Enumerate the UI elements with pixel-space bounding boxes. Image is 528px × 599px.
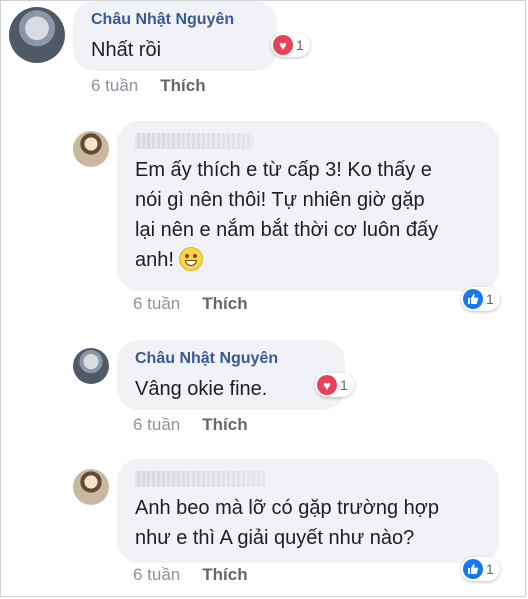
- comment-time[interactable]: 6 tuần: [91, 76, 138, 95]
- comment-text: Anh beo mà lỡ có gặp trường hợp như e th…: [135, 497, 440, 549]
- comment-meta: 6 tuần Thích: [91, 76, 206, 96]
- comment-text: Nhất rồi: [91, 39, 162, 61]
- comment-time[interactable]: 6 tuần: [133, 415, 180, 434]
- reaction-number: 1: [340, 377, 348, 393]
- reply-avatar[interactable]: [73, 131, 109, 167]
- like-button[interactable]: Thích: [202, 415, 247, 434]
- reaction-count[interactable]: 1: [461, 287, 500, 311]
- heart-icon: ♥: [317, 375, 337, 395]
- commenter-avatar[interactable]: [9, 7, 65, 63]
- reaction-count[interactable]: 1: [461, 557, 500, 581]
- comment-bubble: Châu Nhật Nguyên Nhất rồi: [73, 1, 277, 71]
- reaction-number: 1: [296, 37, 304, 53]
- comment-bubble: Châu Nhật Nguyên Vâng okie fine.: [117, 340, 345, 410]
- comment-meta: 6 tuần Thích: [133, 415, 248, 435]
- heart-icon: ♥: [273, 35, 293, 55]
- reply-avatar[interactable]: [73, 469, 109, 505]
- reaction-number: 1: [486, 291, 494, 307]
- redacted-author-name: [135, 471, 265, 487]
- comment-text: Em ấy thích e từ cấp 3! Ko thấy e nói gì…: [135, 159, 439, 271]
- like-button[interactable]: Thích: [160, 76, 205, 95]
- thumbs-up-icon: [463, 559, 483, 579]
- reply-avatar[interactable]: [73, 348, 109, 384]
- comment-bubble: Anh beo mà lỡ có gặp trường hợp như e th…: [117, 459, 499, 563]
- comment-thread: Châu Nhật Nguyên Nhất rồi ♥ 1 6 tuần Thíc…: [0, 0, 526, 597]
- comment-bubble: Em ấy thích e từ cấp 3! Ko thấy e nói gì…: [117, 121, 499, 291]
- comment-author[interactable]: Châu Nhật Nguyên: [135, 350, 278, 368]
- grinning-emoji: [179, 247, 204, 271]
- reaction-count[interactable]: ♥ 1: [271, 33, 310, 57]
- reaction-number: 1: [486, 561, 494, 577]
- reaction-count[interactable]: ♥ 1: [315, 373, 354, 397]
- comment-text: Vâng okie fine.: [135, 378, 268, 400]
- redacted-author-name: [135, 133, 253, 149]
- comment-meta: 6 tuần Thích: [133, 565, 248, 585]
- like-button[interactable]: Thích: [202, 565, 247, 584]
- comment-meta: 6 tuần Thích: [133, 294, 248, 314]
- comment-time[interactable]: 6 tuần: [133, 294, 180, 313]
- thumbs-up-icon: [463, 289, 483, 309]
- comment-time[interactable]: 6 tuần: [133, 565, 180, 584]
- like-button[interactable]: Thích: [202, 294, 247, 313]
- comment-author[interactable]: Châu Nhật Nguyên: [91, 11, 234, 29]
